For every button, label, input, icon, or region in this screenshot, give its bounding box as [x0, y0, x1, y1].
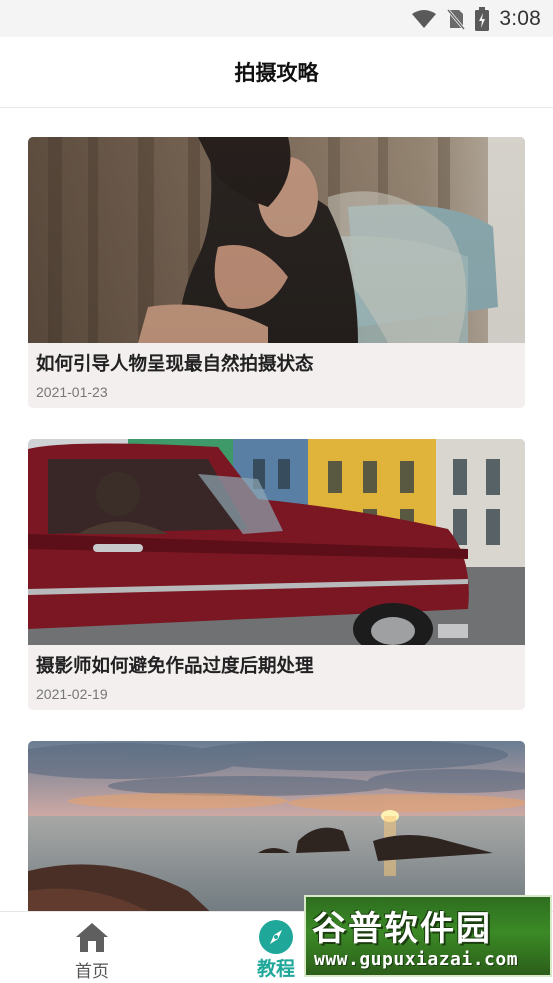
- portrait-photo: [28, 137, 525, 343]
- watermark-url: www.gupuxiazai.com: [314, 949, 519, 970]
- nav-item-home[interactable]: 首页: [32, 912, 152, 983]
- no-sim-icon: [447, 9, 466, 30]
- article-title[interactable]: 摄影师如何避免作品过度后期处理: [28, 645, 525, 680]
- app-header: 拍摄攻略: [0, 37, 553, 108]
- battery-charging-icon: [475, 7, 490, 31]
- article-date: 2021-01-23: [36, 384, 108, 400]
- home-icon: [74, 920, 110, 954]
- nav-label-home: 首页: [75, 962, 109, 982]
- status-icons: 3:08: [411, 6, 541, 32]
- watermark-logo-text: 谷普软件园: [312, 909, 492, 949]
- wifi-icon: [412, 10, 437, 28]
- status-bar: 3:08: [0, 0, 553, 37]
- page-title: 拍摄攻略: [234, 61, 319, 85]
- article-card[interactable]: 如何引导人物呈现最自然拍摄状态 2021-01-23: [28, 137, 525, 408]
- article-card[interactable]: 摄影师如何避免作品过度后期处理 2021-02-19: [28, 439, 525, 710]
- compass-icon: [258, 920, 294, 954]
- article-date: 2021-02-19: [36, 686, 108, 702]
- article-feed[interactable]: 如何引导人物呈现最自然拍摄状态 2021-01-23 摄影师如何避免作品过度后期…: [0, 108, 553, 911]
- app-screen: 3:08 拍摄攻略 如何引导人物呈现最自然拍摄状态 2021-01-23 摄影师…: [0, 0, 553, 983]
- red-vintage-car-photo: [28, 439, 525, 645]
- sunset-seascape-photo: [28, 741, 525, 911]
- status-time: 3:08: [499, 7, 541, 30]
- watermark-logo: 谷普软件园 www.gupuxiazai.com: [304, 895, 552, 977]
- article-card[interactable]: [28, 741, 525, 911]
- article-title[interactable]: 如何引导人物呈现最自然拍摄状态: [28, 343, 525, 378]
- nav-label-tutorial: 教程: [256, 958, 295, 980]
- article-thumbnail[interactable]: [28, 741, 525, 911]
- article-thumbnail[interactable]: [28, 137, 525, 343]
- article-thumbnail[interactable]: [28, 439, 525, 645]
